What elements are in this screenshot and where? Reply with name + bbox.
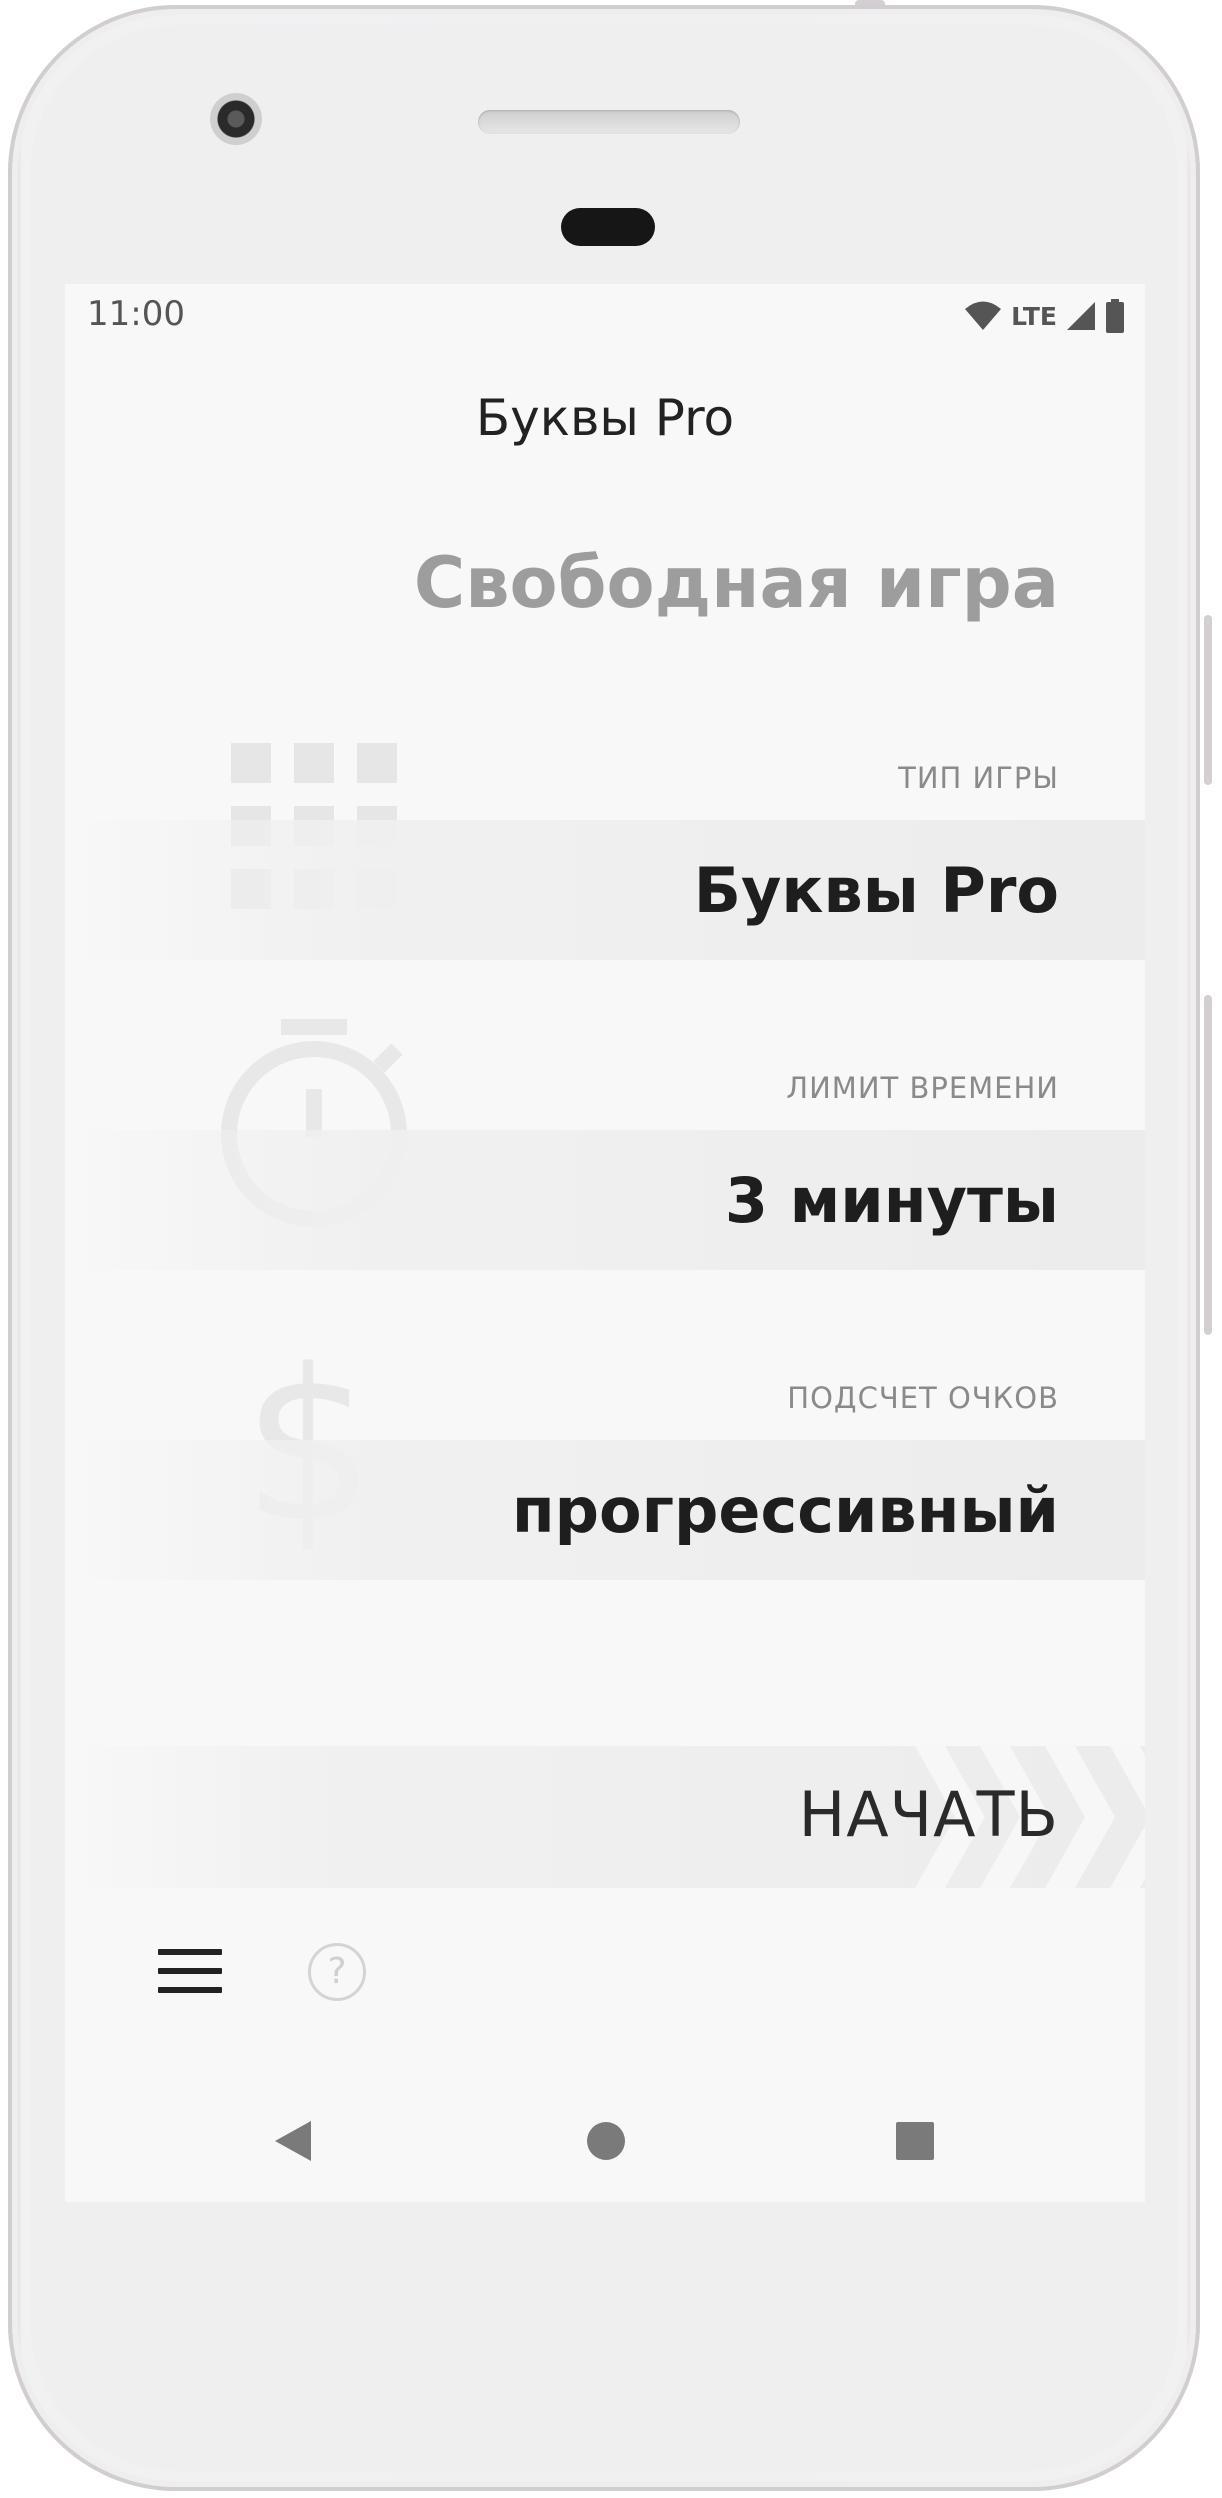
nav-back-icon[interactable] xyxy=(273,2119,313,2163)
device-volume-button xyxy=(1204,995,1212,1335)
earpiece-speaker xyxy=(478,110,740,134)
nav-home-icon[interactable] xyxy=(587,2122,625,2160)
time-limit-selector[interactable]: 3 минуты xyxy=(65,1130,1145,1270)
proximity-sensor xyxy=(561,208,655,246)
nav-recents-icon[interactable] xyxy=(896,2122,934,2160)
game-type-label: ТИП ИГРЫ xyxy=(898,761,1059,795)
scoring-label: ПОДСЧЕТ ОЧКОВ xyxy=(787,1381,1059,1415)
cell-signal-icon xyxy=(1067,302,1095,330)
scoring-value: прогрессивный xyxy=(511,1473,1059,1547)
time-limit-label: ЛИМИТ ВРЕМЕНИ xyxy=(786,1071,1059,1105)
network-type: LTE xyxy=(1011,301,1057,331)
hamburger-menu-icon[interactable] xyxy=(158,1949,222,1999)
help-icon[interactable]: ? xyxy=(308,1943,366,2001)
time-limit-value: 3 минуты xyxy=(724,1163,1059,1237)
battery-icon xyxy=(1106,299,1124,333)
game-type-value: Буквы Pro xyxy=(693,853,1059,927)
scoring-selector[interactable]: прогрессивный xyxy=(65,1440,1145,1580)
page-title: Свободная игра xyxy=(413,542,1059,624)
front-camera xyxy=(210,93,262,145)
start-button[interactable]: НАЧАТЬ xyxy=(65,1746,1145,1888)
app-screen: 11:00 LTE Буквы Pro Свободная игра ТИП И… xyxy=(65,284,1145,2202)
wifi-icon xyxy=(965,301,1002,330)
start-button-label: НАЧАТЬ xyxy=(798,1778,1059,1851)
status-icons: LTE xyxy=(963,296,1125,336)
device-power-button xyxy=(1204,615,1212,785)
device-frame: 11:00 LTE Буквы Pro Свободная игра ТИП И… xyxy=(0,0,1222,2498)
app-title: Буквы Pro xyxy=(475,389,735,447)
game-type-selector[interactable]: Буквы Pro xyxy=(65,820,1145,960)
status-time: 11:00 xyxy=(87,294,185,334)
